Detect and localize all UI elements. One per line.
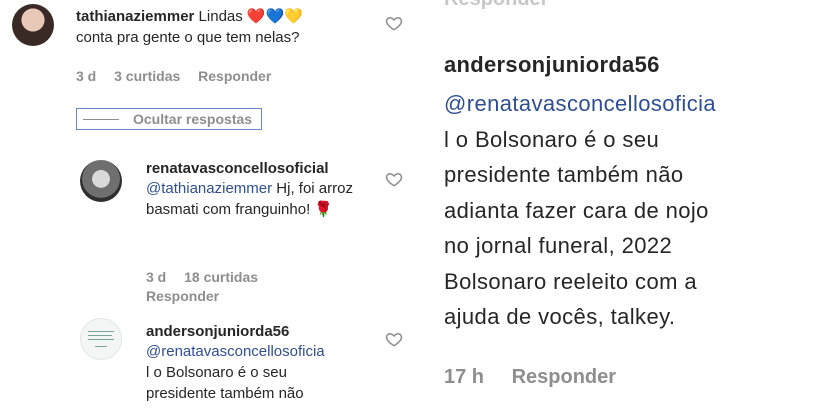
comment-line: adianta fazer cara de nojo [444, 197, 709, 223]
mention-link[interactable]: @renatavasconcellosoficia [444, 86, 824, 122]
reply-renatavasconcellosoficial: renatavasconcellosoficial @tathianaziemm… [146, 160, 378, 220]
reply1-meta: 3 d 18 curtidas Responder [146, 268, 272, 306]
reply-text-line2: presidente também não [146, 385, 304, 402]
reply-text-line1: l o Bolsonaro é o seu [146, 364, 287, 381]
like-heart-icon[interactable] [385, 14, 403, 32]
username-tathianaziemmer[interactable]: tathianaziemmer [76, 8, 194, 25]
like-heart-icon[interactable] [385, 170, 403, 188]
likes-count[interactable]: 3 curtidas [114, 68, 180, 84]
avatar-andersonjuniorda56[interactable] [80, 318, 122, 360]
reply-button[interactable]: Responder [512, 366, 616, 388]
hide-replies-label: Ocultar respostas [133, 111, 253, 127]
username-renatavasconcellosoficial[interactable]: renatavasconcellosoficial [146, 160, 378, 177]
comment-time: 17 h [444, 366, 485, 388]
comment-body: @renatavasconcellosoficia l o Bolsonaro … [444, 86, 824, 335]
comment-line: l o Bolsonaro é o seu [444, 126, 660, 152]
comment-line: presidente também não [444, 162, 684, 187]
username-andersonjuniorda56[interactable]: andersonjuniorda56 [444, 52, 660, 78]
comment1-meta: 3 d 3 curtidas Responder [76, 68, 285, 84]
right-screenshot-pane: Responder andersonjuniorda56 @renatavasc… [420, 0, 828, 414]
mention-link[interactable]: @tathianaziemmer [146, 180, 272, 197]
avatar-renatavasconcellosoficial[interactable] [80, 160, 122, 202]
comment-time: 3 d [76, 68, 97, 84]
reply-andersonjuniorda56: andersonjuniorda56 @renatavasconcellosof… [146, 323, 378, 404]
divider-line [83, 118, 119, 120]
comment-line: no jornal funeral, 2022 [444, 233, 673, 258]
like-heart-icon[interactable] [385, 330, 403, 348]
avatar-tathianaziemmer[interactable] [12, 4, 54, 46]
rose-emoji: 🌹 [314, 201, 334, 218]
hide-replies-button[interactable]: Ocultar respostas [76, 108, 262, 130]
comment-line: ajuda de vocês, talkey. [444, 304, 676, 329]
reply-button[interactable]: Responder [198, 68, 271, 84]
comment-time: 3 d [146, 269, 167, 285]
comment-text: Lindas [198, 8, 247, 25]
reply-button[interactable]: Responder [146, 287, 272, 306]
username-andersonjuniorda56[interactable]: andersonjuniorda56 [146, 323, 378, 340]
comment-text-line2: conta pra gente o que tem nelas? [76, 29, 300, 46]
reply-button-cut[interactable]: Responder [444, 0, 548, 11]
left-screenshot-pane: tathianaziemmer Lindas ❤️💙💛 conta pra ge… [0, 0, 414, 414]
comment-line: Bolsonaro reeleito com a [444, 268, 697, 294]
hearts-emoji: ❤️💙💛 [246, 8, 303, 25]
comment-meta: 17 h Responder [444, 366, 638, 389]
likes-count[interactable]: 18 curtidas [184, 269, 258, 285]
mention-link[interactable]: @renatavasconcellosoficia [146, 341, 378, 362]
comment-tathianaziemmer: tathianaziemmer Lindas ❤️💙💛 conta pra ge… [76, 6, 376, 48]
